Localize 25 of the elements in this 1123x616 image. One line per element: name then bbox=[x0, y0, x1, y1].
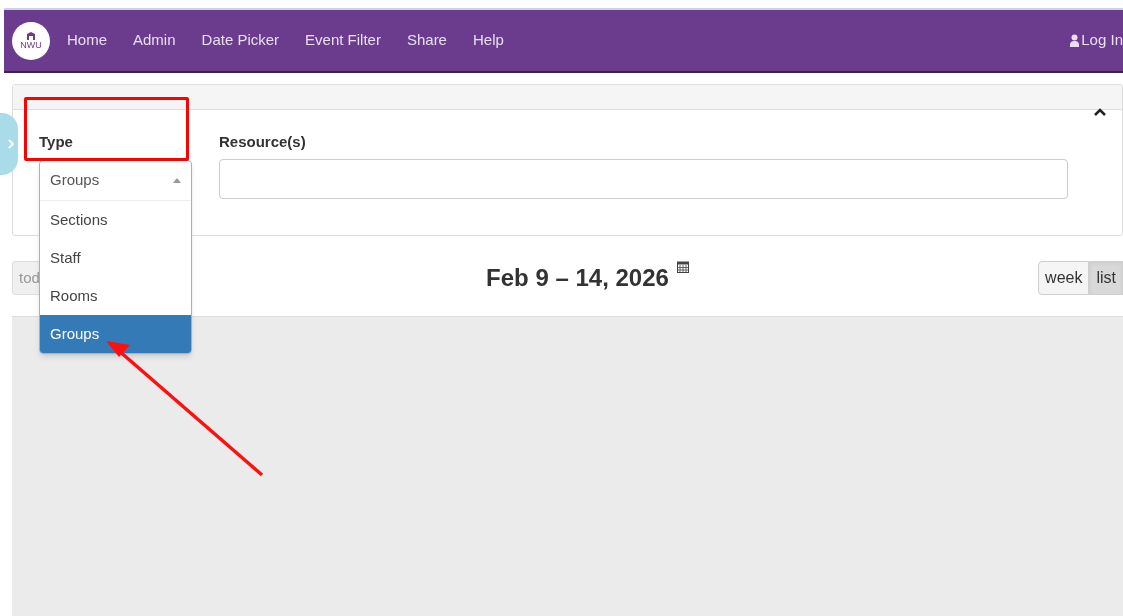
logo-text: NWU bbox=[20, 41, 42, 50]
logo[interactable]: NWU bbox=[12, 21, 50, 60]
nav-link[interactable]: Share bbox=[406, 29, 447, 52]
login-link[interactable]: Log In bbox=[1070, 29, 1123, 52]
logo-icon bbox=[26, 31, 36, 41]
view-toggle[interactable]: list bbox=[1089, 261, 1123, 295]
dropdown-option[interactable]: Sections bbox=[40, 201, 191, 239]
nav-link[interactable]: Help bbox=[472, 29, 504, 52]
user-icon bbox=[1070, 34, 1080, 47]
chevron-right-icon bbox=[8, 139, 14, 149]
caret-up-icon bbox=[173, 178, 181, 183]
nav-link[interactable]: Date Picker bbox=[201, 29, 280, 52]
type-value: Groups bbox=[50, 170, 100, 191]
nav-link[interactable]: Admin bbox=[133, 29, 176, 52]
resources-label: Resource(s) bbox=[219, 132, 307, 152]
calendar-icon[interactable] bbox=[676, 260, 689, 273]
resources-field[interactable] bbox=[219, 159, 1068, 199]
dropdown-option[interactable]: Groups bbox=[40, 315, 191, 353]
view-toggle[interactable]: week bbox=[1038, 261, 1090, 295]
nav-link[interactable]: Event Filter bbox=[305, 29, 381, 52]
type-dropdown[interactable]: Groups Sections Staff Rooms Groups bbox=[39, 160, 192, 354]
date-range-title: Feb 9 – 14, 2026 bbox=[486, 263, 669, 293]
collapse-icon[interactable] bbox=[1094, 108, 1106, 116]
nav-link[interactable]: Home bbox=[67, 29, 107, 52]
type-label: Type bbox=[39, 132, 74, 152]
